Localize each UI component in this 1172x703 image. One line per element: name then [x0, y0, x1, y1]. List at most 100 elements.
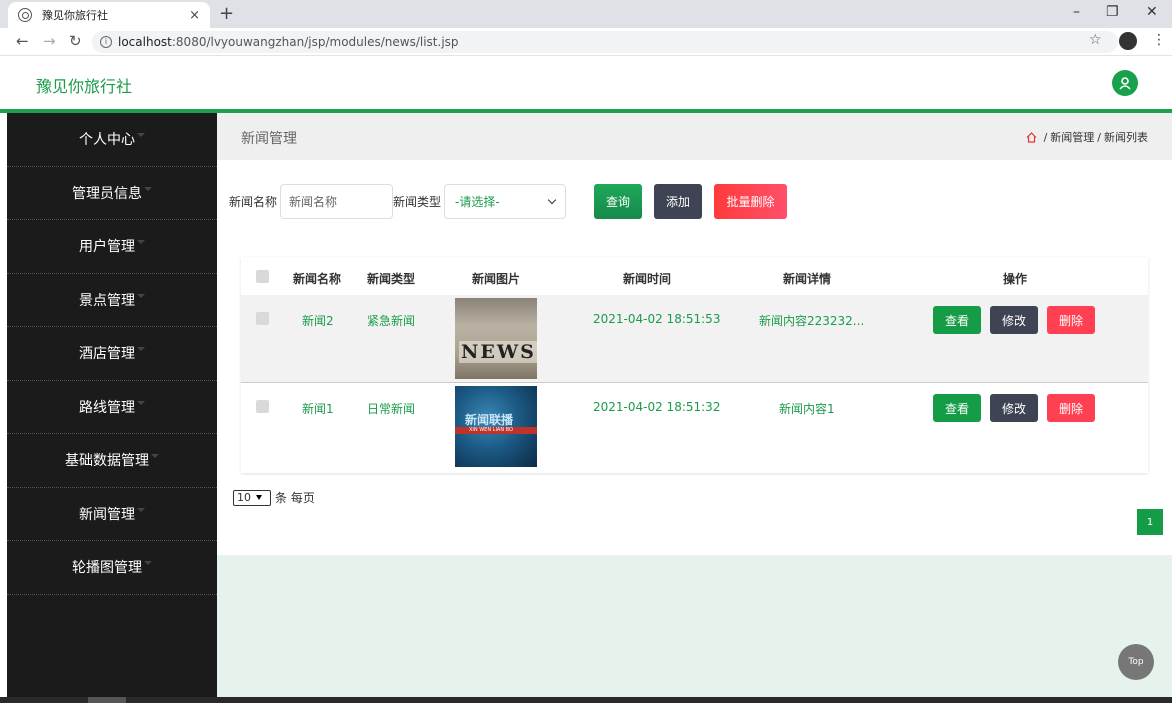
table-row: 新闻1 日常新闻 新闻联播 XIN WEN LIAN BO 2021-04-02… — [241, 383, 1148, 473]
table-row: 新闻2 紧急新闻 NEWS 2021-04-02 18:51:53 新闻内容22… — [241, 295, 1148, 383]
delete-button[interactable]: 删除 — [1047, 394, 1095, 422]
sidebar-item-label: 景点管理 — [79, 292, 135, 309]
url-path: :8080/lvyouwangzhan/jsp/modules/news/lis… — [171, 35, 459, 49]
window-close-icon[interactable]: ✕ — [1146, 4, 1158, 20]
page-size-value: 10 — [237, 491, 251, 504]
forward-icon[interactable]: → — [43, 32, 56, 50]
caret-down-icon — [137, 347, 145, 352]
back-to-top-button[interactable]: Top — [1118, 644, 1154, 680]
brand-title: 豫见你旅行社 — [36, 77, 133, 96]
breadcrumb-sep: / — [1043, 130, 1048, 144]
delete-button[interactable]: 删除 — [1047, 306, 1095, 334]
site-info-icon[interactable]: i — [100, 36, 112, 48]
news-name: 新闻2 — [302, 314, 334, 328]
page-number-button[interactable]: 1 — [1137, 509, 1163, 535]
user-avatar-icon[interactable] — [1112, 70, 1138, 96]
back-icon[interactable]: ← — [16, 32, 29, 50]
news-type-select[interactable]: -请选择- — [444, 184, 567, 219]
page-size-suffix: 条 每页 — [275, 491, 315, 505]
restore-icon[interactable]: ❐ — [1106, 4, 1119, 20]
sidebar-item-base-data[interactable]: 基础数据管理 — [7, 434, 217, 488]
address-bar: ← → ↻ i localhost :8080/lvyouwangzhan/js… — [0, 28, 1172, 56]
caret-down-icon — [137, 133, 145, 138]
news-image-subtext: XIN WEN LIAN BO — [469, 427, 513, 433]
tab-close-icon[interactable]: × — [189, 8, 200, 23]
minimize-icon[interactable]: – — [1073, 4, 1080, 20]
favicon-icon — [18, 8, 32, 22]
taskbar-item[interactable] — [88, 697, 126, 703]
col-header-image: 新闻图片 — [472, 272, 521, 286]
sidebar-item-personal-center[interactable]: 个人中心 — [7, 113, 217, 167]
col-header-actions: 操作 — [1003, 272, 1028, 286]
col-header-time: 新闻时间 — [623, 272, 672, 286]
search-button[interactable]: 查询 — [594, 184, 643, 219]
sidebar-item-attractions[interactable]: 景点管理 — [7, 274, 217, 327]
news-detail: 新闻内容1 — [779, 402, 835, 416]
sidebar-item-label: 用户管理 — [79, 239, 135, 256]
sidebar-item-hotels[interactable]: 酒店管理 — [7, 327, 217, 381]
news-image-text: 新闻联播 — [465, 413, 514, 427]
dropdown-arrow-icon — [256, 495, 262, 500]
url-field[interactable]: i localhost :8080/lvyouwangzhan/jsp/modu… — [92, 31, 1118, 53]
caret-down-icon — [144, 561, 152, 566]
caret-down-icon — [137, 240, 145, 245]
news-image: 新闻联播 XIN WEN LIAN BO — [455, 386, 537, 467]
menu-kebab-icon[interactable]: ⋮ — [1152, 32, 1166, 48]
sidebar-item-carousel[interactable]: 轮播图管理 — [7, 541, 217, 595]
sidebar-item-routes[interactable]: 路线管理 — [7, 381, 217, 434]
row-checkbox[interactable] — [256, 312, 269, 325]
col-header-detail: 新闻详情 — [783, 272, 832, 286]
reload-icon[interactable]: ↻ — [69, 32, 82, 50]
left-gutter — [0, 113, 7, 697]
sidebar-item-label: 轮播图管理 — [72, 560, 142, 577]
sidebar-item-admin-info[interactable]: 管理员信息 — [7, 167, 217, 220]
tab-title: 豫见你旅行社 — [42, 9, 108, 22]
sidebar-item-label: 个人中心 — [79, 132, 135, 149]
caret-down-icon — [137, 293, 145, 298]
new-tab-icon[interactable]: + — [219, 3, 234, 24]
page-title: 新闻管理 — [241, 131, 297, 147]
sidebar-item-users[interactable]: 用户管理 — [7, 220, 217, 274]
sidebar-item-label: 管理员信息 — [72, 185, 142, 202]
news-image: NEWS — [455, 298, 537, 379]
breadcrumb: / 新闻管理 / 新闻列表 — [1026, 129, 1148, 145]
view-button[interactable]: 查看 — [933, 394, 981, 422]
bulk-delete-button[interactable]: 批量删除 — [714, 184, 788, 219]
col-header-type: 新闻类型 — [367, 272, 416, 286]
news-type: 日常新闻 — [367, 402, 416, 416]
main-content: 新闻管理 / 新闻管理 / 新闻列表 新闻名称 新闻类型 -请选择- 查询 添加… — [217, 113, 1172, 697]
bookmark-star-icon[interactable]: ☆ — [1089, 32, 1102, 48]
sidebar-item-label: 基础数据管理 — [65, 453, 149, 470]
edit-button[interactable]: 修改 — [990, 306, 1038, 334]
edit-button[interactable]: 修改 — [990, 394, 1038, 422]
breadcrumb-sep: / — [1097, 130, 1101, 144]
page-size-select[interactable]: 10 — [233, 489, 271, 506]
news-detail: 新闻内容223232... — [759, 314, 865, 328]
news-time: 2021-04-02 18:51:32 — [593, 400, 721, 414]
caret-down-icon — [151, 454, 159, 459]
sidebar-item-news[interactable]: 新闻管理 — [7, 488, 217, 541]
news-type-label: 新闻类型 — [393, 195, 442, 209]
news-time: 2021-04-02 18:51:53 — [593, 312, 721, 326]
account-icon[interactable] — [1119, 32, 1137, 50]
caret-down-icon — [144, 186, 152, 191]
view-button[interactable]: 查看 — [933, 306, 981, 334]
select-all-checkbox[interactable] — [256, 270, 269, 283]
url-host: localhost — [118, 35, 172, 49]
browser-tab[interactable]: 豫见你旅行社 × — [8, 2, 210, 28]
news-name: 新闻1 — [302, 402, 334, 416]
news-image-text: NEWS — [459, 341, 537, 363]
breadcrumb-news-management[interactable]: 新闻管理 — [1050, 129, 1094, 145]
footer-area — [217, 555, 1172, 697]
news-name-input[interactable] — [280, 184, 394, 219]
caret-down-icon — [137, 507, 145, 512]
home-icon[interactable] — [1026, 131, 1037, 143]
sidebar-item-label: 路线管理 — [79, 399, 135, 416]
news-table: 新闻名称 新闻类型 新闻图片 新闻时间 新闻详情 操作 新闻2 紧急新闻 NEW… — [241, 257, 1148, 473]
page-size-control: 10 条 每页 — [233, 489, 315, 506]
sidebar-item-label: 新闻管理 — [79, 506, 135, 523]
add-button[interactable]: 添加 — [654, 184, 703, 219]
chevron-down-icon — [547, 195, 557, 205]
table-header: 新闻名称 新闻类型 新闻图片 新闻时间 新闻详情 操作 — [241, 257, 1148, 295]
row-checkbox[interactable] — [256, 400, 269, 413]
